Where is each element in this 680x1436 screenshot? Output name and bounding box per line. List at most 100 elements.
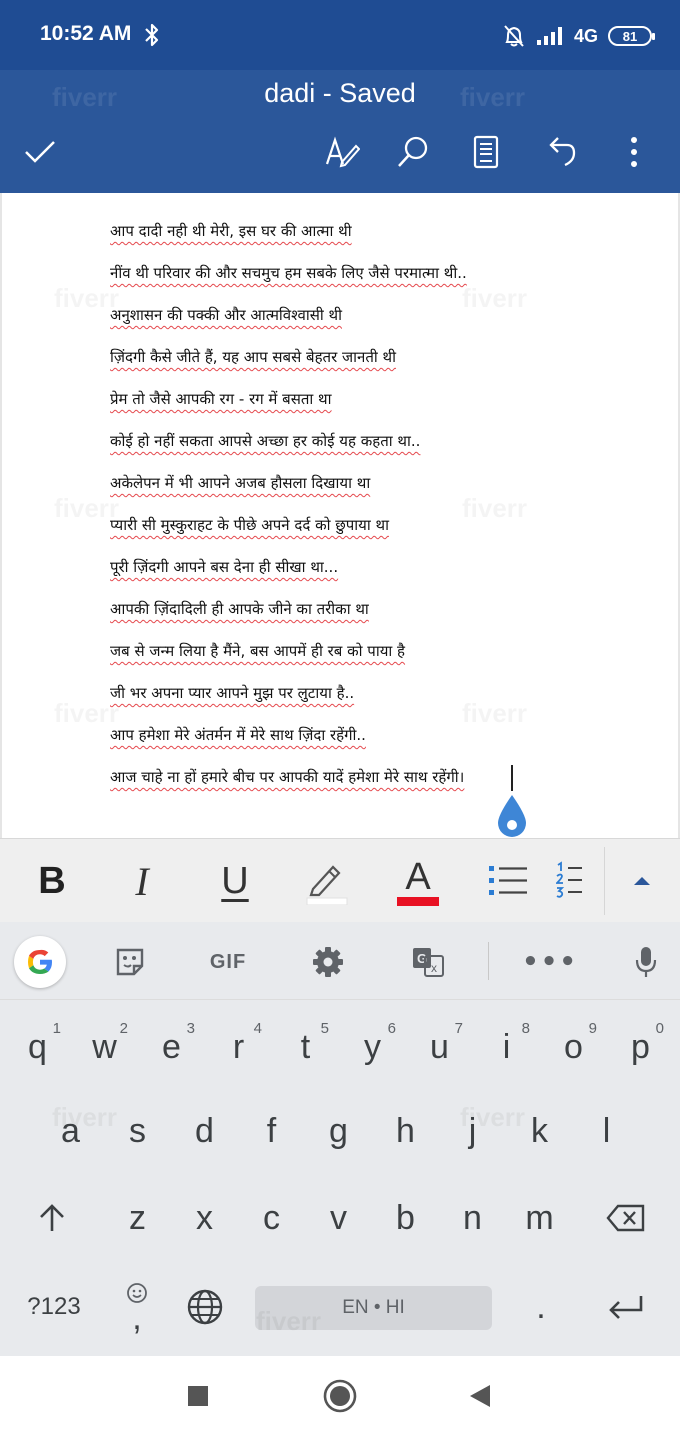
enter-arrow-icon	[609, 1296, 643, 1319]
more-dots-label: •••	[522, 947, 578, 977]
font-color-button[interactable]: A	[378, 839, 458, 923]
numbered-list-icon	[556, 861, 582, 898]
underline-button[interactable]: U	[195, 839, 275, 923]
key-q[interactable]: q1	[4, 1012, 71, 1082]
key-t[interactable]: t5	[272, 1012, 339, 1082]
document-line[interactable]: आज चाहे ना हों हमारे बीच पर आपकी यादें ह…	[110, 767, 464, 787]
undo-icon[interactable]	[540, 132, 580, 172]
symbols-key[interactable]: ?123	[14, 1272, 94, 1342]
key-k[interactable]: k	[506, 1096, 573, 1166]
document-line[interactable]: अनुशासन की पक्की और आत्मविश्वासी थी	[110, 305, 342, 325]
key-p[interactable]: p0	[607, 1012, 674, 1082]
status-time: 10:52 AM	[40, 22, 132, 45]
key-y[interactable]: y6	[339, 1012, 406, 1082]
key-o[interactable]: o9	[540, 1012, 607, 1082]
network-type: 4G	[573, 25, 598, 46]
key-e[interactable]: e3	[138, 1012, 205, 1082]
document-line[interactable]: जब से जन्म लिया है मैंने, बस आपमें ही रब…	[110, 641, 405, 661]
more-dots-icon[interactable]: •••	[522, 942, 576, 982]
bluetooth-icon	[145, 23, 159, 47]
language-key[interactable]	[174, 1272, 236, 1342]
document-line[interactable]: नींव थी परिवार की और सचमुच हम सबके लिए ज…	[110, 263, 467, 283]
suggestion-divider	[488, 942, 489, 980]
key-f[interactable]: f	[238, 1096, 305, 1166]
caret-up-icon	[634, 877, 650, 885]
shift-key[interactable]	[16, 1183, 88, 1253]
svg-text:x: x	[431, 961, 437, 975]
bold-button[interactable]: B	[12, 839, 92, 923]
document-body[interactable]: fiverr fiverr fiverr fiverr fiverr fiver…	[0, 193, 680, 838]
document-line[interactable]: आप दादी नही थी मेरी, इस घर की आत्मा थी	[110, 221, 352, 241]
key-v[interactable]: v	[305, 1183, 372, 1253]
backspace-key[interactable]	[588, 1183, 664, 1253]
key-d[interactable]: d	[171, 1096, 238, 1166]
battery-icon: 81	[608, 26, 655, 46]
italic-button[interactable]: I	[102, 839, 182, 923]
mic-icon[interactable]	[626, 942, 666, 982]
document-line[interactable]: आप हमेशा मेरे अंतर्मन में मेरे साथ ज़िंद…	[110, 725, 366, 745]
watermark: fiverr	[462, 698, 527, 729]
settings-gear-icon[interactable]	[308, 942, 348, 982]
space-bar[interactable]: EN • HI	[255, 1286, 492, 1330]
watermark: fiverr	[462, 493, 527, 524]
key-z[interactable]: z	[104, 1183, 171, 1253]
key-c[interactable]: c	[238, 1183, 305, 1253]
gif-button[interactable]: GIF	[204, 942, 252, 982]
key-s[interactable]: s	[104, 1096, 171, 1166]
translate-icon[interactable]: G x	[408, 942, 448, 982]
font-color-swatch	[397, 897, 439, 906]
enter-key[interactable]	[588, 1272, 664, 1342]
back-triangle-icon[interactable]	[460, 1376, 500, 1416]
document-line[interactable]: जी भर अपना प्यार आपने मुझ पर लुटाया है..	[110, 683, 354, 703]
bullet-list-icon	[489, 866, 527, 895]
globe-icon	[187, 1289, 223, 1325]
key-w[interactable]: w2	[71, 1012, 138, 1082]
comma-key[interactable]: ,	[106, 1272, 168, 1342]
document-line[interactable]: प्रेम तो जैसे आपकी रग - रग में बसता था	[110, 389, 332, 409]
emoji-icon	[127, 1283, 147, 1303]
key-h[interactable]: h	[372, 1096, 439, 1166]
document-line[interactable]: अकेलेपन में भी आपने अजब हौसला दिखाया था	[110, 473, 370, 493]
cursor-handle-icon[interactable]	[494, 793, 530, 838]
key-a[interactable]: a	[37, 1096, 104, 1166]
recents-square-icon[interactable]	[178, 1376, 218, 1416]
key-j[interactable]: j	[439, 1096, 506, 1166]
google-icon[interactable]	[14, 936, 66, 988]
key-g[interactable]: g	[305, 1096, 372, 1166]
read-mode-icon[interactable]	[466, 132, 506, 172]
expand-ribbon-button[interactable]	[604, 839, 680, 923]
keyboard-suggestion-bar: GIF G x •••	[0, 922, 680, 1000]
font-color-letter: A	[405, 856, 431, 898]
pen-format-icon[interactable]	[322, 132, 362, 172]
check-icon[interactable]	[20, 132, 60, 172]
home-circle-icon[interactable]	[320, 1376, 360, 1416]
document-title: dadi - Saved	[264, 78, 416, 108]
text-cursor	[511, 765, 513, 791]
document-line[interactable]: पूरी ज़िंदगी आपने बस देना ही सीखा था...	[110, 557, 338, 577]
document-line[interactable]: ज़िंदगी कैसे जीते हैं, यह आप सबसे बेहतर …	[110, 347, 396, 367]
more-vert-icon[interactable]	[614, 132, 654, 172]
document-line[interactable]: कोई हो नहीं सकता आपसे अच्छा हर कोई यह कह…	[110, 431, 420, 451]
format-toolbar: B I U A	[0, 838, 680, 922]
period-key[interactable]: .	[510, 1272, 572, 1342]
highlight-button[interactable]	[287, 839, 367, 923]
backspace-icon	[606, 1204, 645, 1232]
document-line[interactable]: आपकी ज़िंदादिली ही आपके जीने का तरीका था	[110, 599, 369, 619]
key-r[interactable]: r4	[205, 1012, 272, 1082]
key-u[interactable]: u7	[406, 1012, 473, 1082]
numbered-list-button[interactable]	[556, 839, 604, 923]
bullet-list-button[interactable]	[469, 839, 549, 923]
watermark: fiverr	[462, 283, 527, 314]
document-line[interactable]: प्यारी सी मुस्कुराहट के पीछे अपने दर्द क…	[110, 515, 389, 535]
key-x[interactable]: x	[171, 1183, 238, 1253]
sticker-icon[interactable]	[110, 942, 150, 982]
key-n[interactable]: n	[439, 1183, 506, 1253]
key-i[interactable]: i8	[473, 1012, 540, 1082]
highlighter-icon	[306, 865, 348, 905]
signal-icon	[536, 27, 562, 45]
key-b[interactable]: b	[372, 1183, 439, 1253]
key-m[interactable]: m	[506, 1183, 573, 1253]
gif-label: GIF	[209, 950, 247, 973]
key-l[interactable]: l	[573, 1096, 640, 1166]
search-icon[interactable]	[393, 132, 433, 172]
